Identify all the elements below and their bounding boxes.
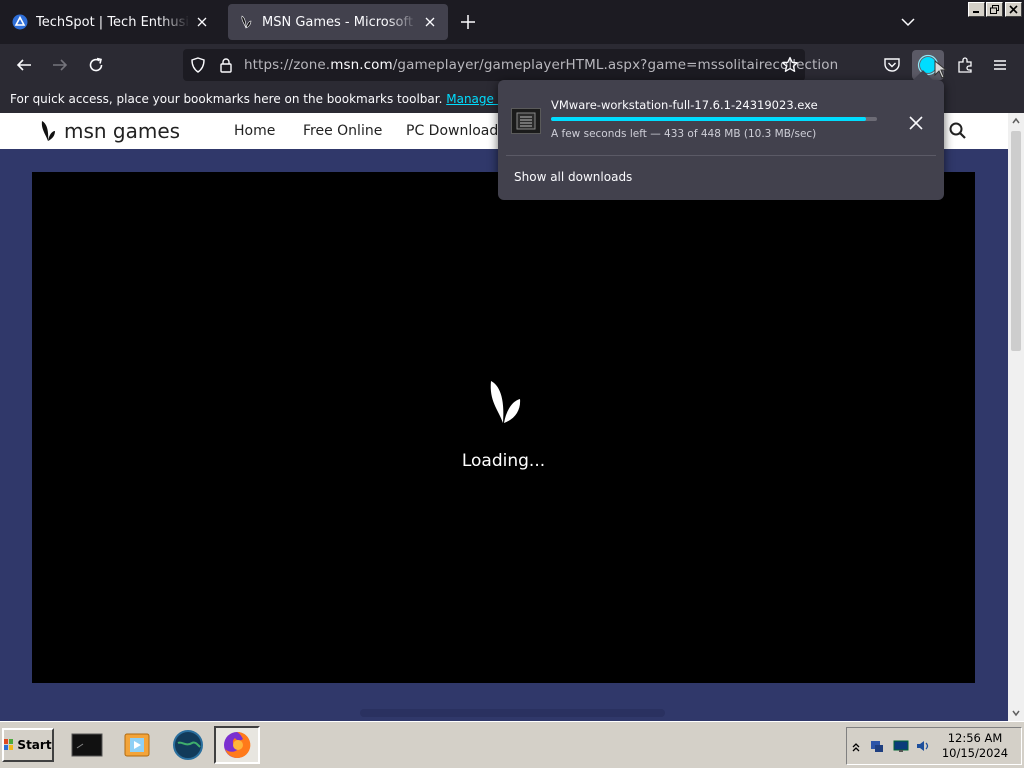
tab-title: TechSpot | Tech Enthusiasts, Power Users…: [36, 14, 190, 30]
system-tray: 12:56 AM 10/15/2024: [846, 727, 1022, 765]
exe-file-icon: [511, 108, 541, 134]
nav-link-pc-download[interactable]: PC Download: [406, 123, 498, 139]
msn-butterfly-icon: [238, 14, 254, 30]
terminal-icon: [71, 733, 103, 757]
nav-link-home[interactable]: Home: [234, 123, 275, 139]
close-tab-icon[interactable]: [194, 14, 210, 30]
cancel-download-button[interactable]: [903, 110, 929, 136]
media-player-icon: [124, 733, 150, 757]
game-frame[interactable]: Loading...: [32, 172, 975, 683]
scrollbar-thumb[interactable]: [1011, 131, 1021, 351]
url-domain: msn.com: [330, 57, 393, 73]
close-tab-icon[interactable]: [422, 14, 438, 30]
reload-button[interactable]: [83, 52, 109, 78]
techspot-icon: [12, 14, 28, 30]
download-progress-bar: [551, 117, 877, 121]
show-all-downloads-button[interactable]: Show all downloads: [514, 170, 632, 184]
clock[interactable]: 12:56 AM 10/15/2024: [933, 731, 1017, 761]
back-button[interactable]: [11, 52, 37, 78]
download-status: A few seconds left — 433 of 448 MB (10.3…: [551, 128, 817, 140]
globe-icon: [173, 730, 203, 760]
loading-text: Loading...: [461, 451, 546, 471]
msn-butterfly-icon: [490, 381, 521, 423]
close-window-button[interactable]: [1005, 2, 1022, 17]
screen: TechSpot | Tech Enthusiasts, Power Users…: [0, 0, 1024, 768]
show-hidden-icons-chevron-icon[interactable]: [851, 739, 861, 758]
taskbar: Start 12:56 AM 10/15/2024: [0, 721, 1024, 768]
mouse-cursor-icon: [934, 60, 948, 79]
nav-link-free-online[interactable]: Free Online: [303, 123, 382, 139]
page-content: msn games Home Free Online PC Download L…: [0, 113, 1008, 721]
minimize-button[interactable]: [968, 2, 985, 17]
start-label: Start: [17, 738, 52, 752]
url-text[interactable]: https://zone.msn.com/gameplayer/gameplay…: [244, 57, 838, 73]
scroll-up-icon[interactable]: [1012, 117, 1020, 125]
downloads-panel: VMware-workstation-full-17.6.1-24319023.…: [498, 70, 944, 200]
hamburger-menu-icon[interactable]: [987, 52, 1013, 78]
network-tray-icon[interactable]: [869, 738, 885, 758]
firefox-icon: [224, 731, 251, 758]
start-button[interactable]: Start: [2, 728, 54, 762]
search-icon[interactable]: [946, 119, 970, 143]
close-icon: [909, 116, 923, 130]
forward-button[interactable]: [47, 52, 73, 78]
divider: [506, 155, 936, 156]
tracking-protection-shield-icon[interactable]: [190, 57, 206, 77]
url-path: /gameplayer/gameplayerHTML.aspx?game=mss…: [392, 57, 839, 73]
tab-strip: TechSpot | Tech Enthusiasts, Power Users…: [0, 0, 1024, 44]
download-progress-fill: [551, 117, 867, 121]
scroll-down-icon[interactable]: [1012, 709, 1020, 717]
taskbar-app-terminal[interactable]: [64, 726, 110, 764]
url-prefix: https://zone.: [244, 57, 331, 73]
logo-text: msn games: [64, 119, 181, 143]
pocket-icon[interactable]: [879, 52, 905, 78]
address-bar[interactable]: https://zone.msn.com/gameplayer/gameplay…: [183, 49, 838, 81]
tab-title: MSN Games - Microsoft Solitaire Collecti…: [262, 14, 418, 30]
volume-tray-icon[interactable]: [915, 738, 931, 758]
lock-icon[interactable]: [218, 57, 234, 77]
bookmark-star-icon[interactable]: [781, 56, 799, 78]
download-filename[interactable]: VMware-workstation-full-17.6.1-24319023.…: [551, 98, 818, 112]
clock-time: 12:56 AM: [947, 731, 1003, 745]
taskbar-app-globe[interactable]: [165, 726, 211, 764]
windows-flag-icon: [4, 739, 14, 750]
restore-button[interactable]: [986, 2, 1003, 17]
chevron-down-icon[interactable]: [898, 12, 918, 32]
tab-techspot[interactable]: TechSpot | Tech Enthusiasts, Power Users…: [2, 4, 220, 40]
taskbar-app-firefox[interactable]: [214, 726, 260, 764]
extensions-icon[interactable]: [952, 52, 978, 78]
vertical-scrollbar[interactable]: [1008, 113, 1024, 721]
page-footer-bar: [360, 709, 665, 717]
taskbar-app-media-player[interactable]: [114, 726, 160, 764]
bookmarks-hint: For quick access, place your bookmarks h…: [10, 92, 443, 106]
tab-msn-games[interactable]: MSN Games - Microsoft Solitaire Collecti…: [228, 4, 448, 40]
display-tray-icon[interactable]: [893, 738, 909, 758]
clock-date: 10/15/2024: [941, 746, 1009, 760]
msn-games-logo[interactable]: msn games: [38, 119, 180, 143]
msn-butterfly-icon: [41, 121, 55, 141]
new-tab-icon[interactable]: [458, 12, 478, 32]
